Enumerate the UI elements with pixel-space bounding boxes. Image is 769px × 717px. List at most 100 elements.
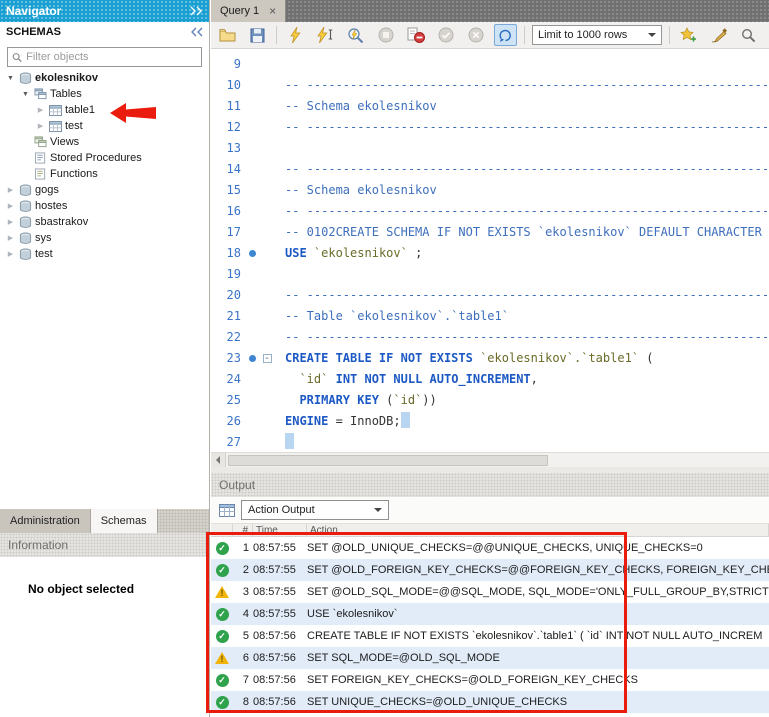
tree-item-views[interactable]: Views [0, 134, 209, 150]
row-action: SET @OLD_FOREIGN_KEY_CHECKS=@@FOREIGN_KE… [307, 564, 769, 576]
code-line: 18USE `ekolesnikov` ; [211, 243, 769, 264]
explain-button[interactable] [344, 24, 367, 46]
filter-input[interactable] [26, 51, 197, 63]
output-grid-header: # Time Action [211, 524, 769, 537]
line-number: 9 [211, 54, 245, 75]
tab-administration[interactable]: Administration [0, 509, 91, 533]
tree-item-label: Views [49, 136, 79, 148]
line-number: 13 [211, 138, 245, 159]
tree-item-test[interactable]: ▶test [0, 246, 209, 262]
information-header: Information [0, 533, 209, 557]
line-number: 23 [211, 348, 245, 369]
output-row[interactable]: !608:57:56SET SQL_MODE=@OLD_SQL_MODE [211, 647, 769, 669]
limit-rows-select[interactable]: Limit to 1000 rows [532, 25, 662, 45]
output-row[interactable]: ✓408:57:55USE `ekolesnikov` [211, 603, 769, 625]
expand-arrow-icon[interactable]: ▼ [4, 75, 17, 82]
magnifier-lightning-icon [347, 27, 364, 44]
sidebar-tabs: Administration Schemas [0, 509, 209, 533]
tree-item-tables[interactable]: ▼Tables [0, 86, 209, 102]
line-number: 10 [211, 75, 245, 96]
editor-hscrollbar[interactable] [211, 452, 769, 467]
expand-arrow-icon[interactable]: ▼ [19, 91, 32, 98]
toggle-autocommit-button[interactable] [494, 24, 517, 46]
toggle-stop-on-error-button[interactable] [404, 24, 427, 46]
code-line: 12-- -----------------------------------… [211, 117, 769, 138]
tree-item-table1[interactable]: ▶table1 [0, 102, 209, 118]
close-tab-icon[interactable]: × [269, 4, 276, 18]
tree-item-functions[interactable]: Functions [0, 166, 209, 182]
schema-icon [17, 216, 34, 229]
tree-item-test[interactable]: ▶test [0, 118, 209, 134]
schema-filter-box[interactable] [7, 47, 202, 67]
row-time: 08:57:55 [253, 586, 307, 598]
expand-arrow-icon[interactable]: ▶ [34, 106, 47, 114]
mysql-workbench-window: Navigator SCHEMAS ▼ekolesnikov▼Tables▶t [0, 0, 769, 717]
tab-schemas[interactable]: Schemas [91, 509, 158, 533]
table-icon [47, 121, 64, 132]
line-number: 22 [211, 327, 245, 348]
expand-arrow-icon[interactable]: ▶ [4, 234, 17, 242]
open-script-button[interactable] [216, 24, 239, 46]
output-row[interactable]: ✓808:57:56SET UNIQUE_CHECKS=@OLD_UNIQUE_… [211, 691, 769, 713]
column-action: Action [307, 524, 769, 536]
stop-button[interactable] [374, 24, 397, 46]
schema-icon [17, 184, 34, 197]
code-line: 19 [211, 264, 769, 285]
row-index: 8 [233, 696, 253, 708]
output-title: Output [219, 478, 255, 492]
expand-arrow-icon[interactable]: ▶ [4, 250, 17, 258]
execute-button[interactable] [284, 24, 307, 46]
line-number: 25 [211, 390, 245, 411]
tree-item-gogs[interactable]: ▶ gogs [0, 182, 209, 198]
find-button[interactable] [737, 24, 760, 46]
row-index: 6 [233, 652, 253, 664]
hscroll-thumb[interactable] [228, 455, 548, 466]
tab-query1[interactable]: Query 1 × [211, 0, 286, 22]
code-line: 11-- Schema ekolesnikov [211, 96, 769, 117]
tree-item-stored-procedures[interactable]: Stored Procedures [0, 150, 209, 166]
warning-icon: ! [215, 586, 229, 598]
tree-item-sys[interactable]: ▶sys [0, 230, 209, 246]
expand-arrow-icon[interactable]: ▶ [34, 122, 47, 130]
success-icon: ✓ [216, 674, 229, 687]
sql-editor[interactable]: 910-- ----------------------------------… [211, 49, 769, 452]
lightning-icon [289, 27, 302, 43]
tree-item-label: ekolesnikov [34, 72, 98, 84]
line-number: 18 [211, 243, 245, 264]
commit-button[interactable] [434, 24, 457, 46]
tree-item-sbastrakov[interactable]: ▶sbastrakov [0, 214, 209, 230]
rollback-button[interactable] [464, 24, 487, 46]
fold-minus-icon[interactable]: - [263, 354, 272, 363]
code-line: 26ENGINE = InnoDB; [211, 411, 769, 432]
output-row[interactable]: ✓208:57:55SET @OLD_FOREIGN_KEY_CHECKS=@@… [211, 559, 769, 581]
beautify-button[interactable] [707, 24, 730, 46]
code-line: 10-- -----------------------------------… [211, 75, 769, 96]
output-row[interactable]: ✓108:57:55SET @OLD_UNIQUE_CHECKS=@@UNIQU… [211, 537, 769, 559]
tree-item-label: gogs [34, 184, 59, 196]
procedures-icon [32, 152, 49, 164]
row-index: 5 [233, 630, 253, 642]
tree-item-ekolesnikov[interactable]: ▼ ekolesnikov [0, 70, 209, 86]
line-number: 14 [211, 159, 245, 180]
schema-tree: ▼ekolesnikov▼Tables▶table1▶testViewsStor… [0, 70, 209, 290]
output-row[interactable]: !308:57:55SET @OLD_SQL_MODE=@@SQL_MODE, … [211, 581, 769, 603]
success-icon: ✓ [216, 564, 229, 577]
expand-arrow-icon[interactable]: ▶ [4, 202, 17, 210]
output-toolbar: Action Output [211, 497, 769, 524]
autocommit-icon [498, 28, 513, 43]
output-row[interactable]: ✓708:57:56SET FOREIGN_KEY_CHECKS=@OLD_FO… [211, 669, 769, 691]
panel-chevrons-icon[interactable] [189, 6, 203, 16]
tree-item-hostes[interactable]: ▶hostes [0, 198, 209, 214]
save-script-button[interactable] [246, 24, 269, 46]
refresh-schemas-icon[interactable] [189, 27, 203, 37]
save-snippet-button[interactable] [677, 24, 700, 46]
row-action: USE `ekolesnikov` [307, 608, 769, 620]
expand-arrow-icon[interactable]: ▶ [4, 218, 17, 226]
execute-current-statement-button[interactable] [314, 24, 337, 46]
output-view-select[interactable]: Action Output [241, 500, 389, 520]
output-row[interactable]: ✓508:57:56CREATE TABLE IF NOT EXISTS `ek… [211, 625, 769, 647]
scroll-left-button[interactable] [211, 453, 226, 468]
row-time: 08:57:56 [253, 696, 307, 708]
editor-tabstrip: Query 1 × [211, 0, 769, 22]
expand-arrow-icon[interactable]: ▶ [4, 186, 17, 194]
